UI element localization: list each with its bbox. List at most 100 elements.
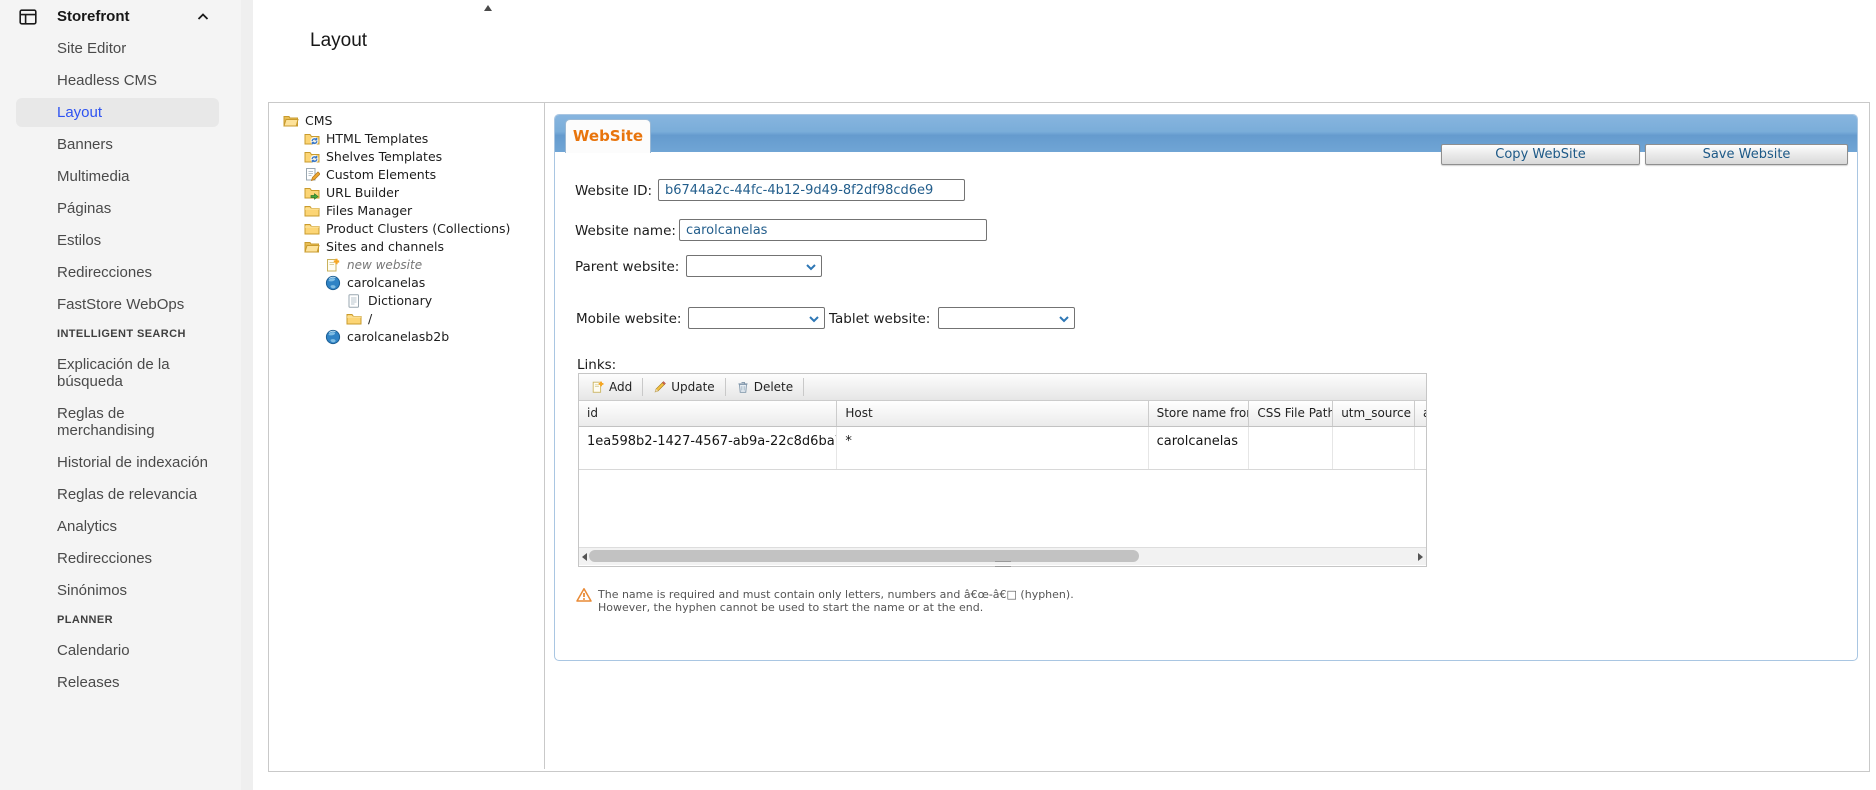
sidebar: Storefront Site Editor Headless CMS Layout… [0,0,241,790]
folder-icon [304,203,320,219]
toolbar-separator [725,378,726,396]
scroll-up-arrow-icon[interactable] [484,5,492,11]
save-website-button[interactable]: Save Website [1645,144,1848,165]
parent-website-select[interactable] [686,255,822,277]
folder-open-icon [304,239,320,255]
website-id-label: Website ID: [575,183,652,199]
page-add-icon [325,257,341,273]
sidebar-item-site-editor[interactable]: Site Editor [16,40,219,57]
column-header-css-file-path[interactable]: CSS File Path [1249,401,1333,426]
grid-scrollbar-thumb[interactable] [589,550,1139,562]
folder-sync-icon [304,131,320,147]
sidebar-item-redirecciones[interactable]: Redirecciones [16,264,219,281]
tree-node-label: / [368,310,372,328]
sidebar-item-headless-cms[interactable]: Headless CMS [16,72,219,89]
app-title: Storefront [57,8,130,25]
column-header-host[interactable]: Host [837,401,1148,426]
scroll-left-arrow-icon[interactable] [582,553,587,561]
sidebar-item-banners[interactable]: Banners [16,136,219,153]
toolbar-button-label: Add [609,380,632,394]
copy-website-button[interactable]: Copy WebSite [1441,144,1640,165]
cell-a [1415,427,1426,469]
tree-node-custom-elements[interactable]: Custom Elements [269,166,544,184]
cell-utm-source [1333,427,1415,469]
website-panel: WebSite Copy WebSite Save Website Websit… [554,114,1858,661]
tree-node-dictionary[interactable]: Dictionary [269,292,544,310]
folder-icon [346,311,362,327]
sidebar-item-multimedia[interactable]: Multimedia [16,168,219,185]
sidebar-item-calendario[interactable]: Calendario [16,642,219,659]
warning-line-1: The name is required and must contain on… [598,588,1358,601]
sidebar-scrollbar[interactable] [241,0,253,790]
tablet-website-select[interactable] [938,307,1075,329]
sidebar-item-sin-nimos[interactable]: Sinónimos [16,582,219,599]
column-header-a[interactable]: a [1415,401,1426,426]
tree-node-files-manager[interactable]: Files Manager [269,202,544,220]
folder-icon [304,221,320,237]
tree-node-carolcanelasb2b[interactable]: carolcanelasb2b [269,328,544,346]
sidebar-item-faststore-webops[interactable]: FastStore WebOps [16,296,219,313]
sidebar-item-redirecciones[interactable]: Redirecciones [16,550,219,567]
column-header-id[interactable]: id [579,401,837,426]
sidebar-item-reglas-de-relevancia[interactable]: Reglas de relevancia [16,486,219,503]
toolbar-button-label: Delete [754,380,793,394]
folder-open-icon [283,113,299,129]
tree-node-label: carolcanelas [347,274,425,292]
column-header-store-name-from-lm[interactable]: Store name from LM [1149,401,1250,426]
sidebar-item-historial-de-indexaci-n[interactable]: Historial de indexación [16,454,219,471]
storefront-app-icon [19,8,37,26]
page-icon [346,293,362,309]
mobile-website-select[interactable] [688,307,825,329]
tree-node-url-builder[interactable]: URL Builder [269,184,544,202]
cell-store-name-from-lm: carolcanelas [1149,427,1250,469]
delete-button[interactable]: Delete [728,376,801,398]
parent-website-label: Parent website: [575,259,679,275]
column-header-utm-source[interactable]: utm_source [1333,401,1415,426]
warning-line-2: However, the hyphen cannot be used to st… [598,601,1358,614]
tree-node-label: Product Clusters (Collections) [326,220,510,238]
sidebar-item-releases[interactable]: Releases [16,674,219,691]
website-name-label: Website name: [575,223,676,239]
grid-resize-grip[interactable] [995,561,1011,567]
website-id-input[interactable] [658,179,965,201]
links-grid: Add Update Delete idHostStore name from LM… [578,373,1427,567]
links-grid-header: idHostStore name from LMCSS File Pathutm… [579,401,1426,427]
tree-node-node[interactable]: / [269,310,544,328]
cell-css-file-path [1249,427,1333,469]
sidebar-item-explicaci-n-de-la-b-squeda[interactable]: Explicación de la búsqueda [16,356,219,390]
chevron-down-icon [1059,316,1069,323]
sidebar-item-reglas-de-merchandising[interactable]: Reglas de merchandising [16,405,219,439]
tree-node-cms[interactable]: CMS [269,112,544,130]
website-name-input[interactable] [679,219,987,241]
sidebar-item-analytics[interactable]: Analytics [16,518,219,535]
globe-icon [325,275,341,291]
add-button[interactable]: Add [583,376,640,398]
folder-sync-icon [304,149,320,165]
tree-node-carolcanelas[interactable]: carolcanelas [269,274,544,292]
links-grid-toolbar: Add Update Delete [579,374,1426,401]
tree-node-sites-and-channels[interactable]: Sites and channels [269,238,544,256]
tree-node-label: Files Manager [326,202,412,220]
table-row[interactable]: 1ea598b2-1427-4567-ab9a-22c8d6ba79eb*car… [579,427,1426,470]
tablet-website-label: Tablet website: [829,311,930,327]
sidebar-section-planner: PLANNER [57,614,241,627]
tree-node-new-website[interactable]: new website [269,256,544,274]
tab-website[interactable]: WebSite [565,119,651,153]
sidebar-section-intelligent-search: INTELLIGENT SEARCH [57,328,241,341]
tree-node-label: Dictionary [368,292,432,310]
sidebar-item-layout[interactable]: Layout [16,98,219,127]
sidebar-item-estilos[interactable]: Estilos [16,232,219,249]
tree-node-html-templates[interactable]: HTML Templates [269,130,544,148]
warning-message: The name is required and must contain on… [598,588,1358,614]
toolbar-button-label: Update [671,380,714,394]
tree-node-label: Shelves Templates [326,148,442,166]
tree-node-product-clusters-collections[interactable]: Product Clusters (Collections) [269,220,544,238]
globe-icon [325,329,341,345]
tree-node-label: CMS [305,112,332,130]
update-button[interactable]: Update [645,376,722,398]
chevron-up-icon[interactable] [195,9,211,25]
tree-node-shelves-templates[interactable]: Shelves Templates [269,148,544,166]
links-label: Links: [577,357,616,373]
sidebar-item-p-ginas[interactable]: Páginas [16,200,219,217]
scroll-right-arrow-icon[interactable] [1418,553,1423,561]
